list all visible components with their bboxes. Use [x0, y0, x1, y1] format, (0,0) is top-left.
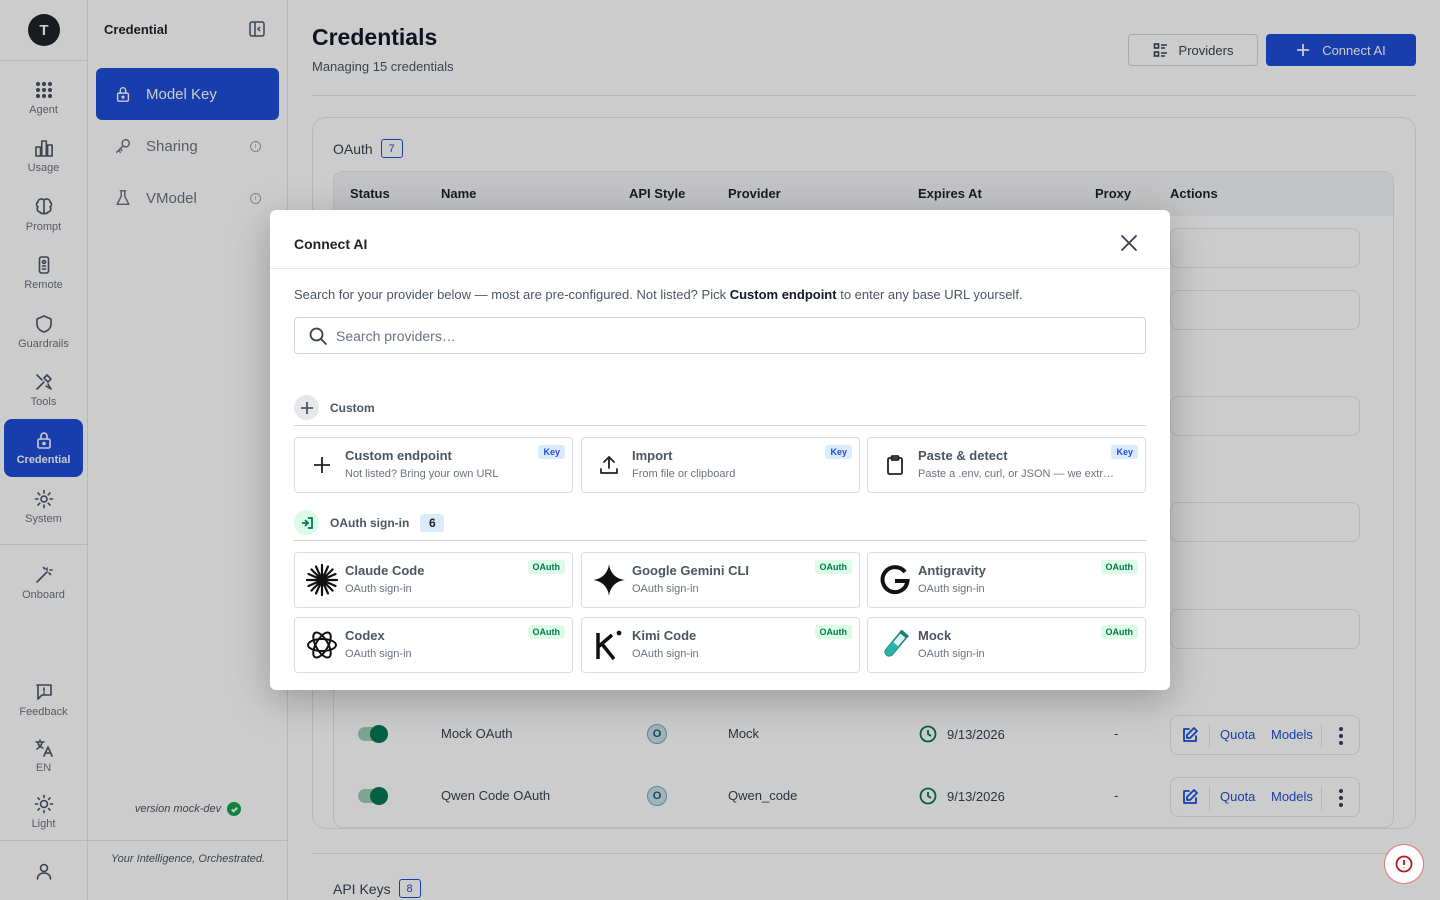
provider-desc: OAuth sign-in [345, 648, 412, 660]
search-icon [308, 326, 328, 346]
desc-bold: Custom endpoint [729, 287, 837, 302]
provider-desc: OAuth sign-in [632, 648, 699, 660]
oauth-badge: OAuth [1100, 625, 1138, 639]
provider-desc: From file or clipboard [632, 468, 736, 480]
provider-name: Import [632, 448, 673, 463]
group-header-oauth: OAuth sign-in 6 [294, 507, 1146, 541]
provider-card-codex[interactable]: Codex OAuth sign-in OAuth [294, 617, 573, 673]
upload-icon [592, 448, 626, 482]
provider-card-custom-endpoint[interactable]: Custom endpoint Not listed? Bring your o… [294, 437, 573, 493]
oauth-badge: OAuth [527, 625, 565, 639]
alert-circle-icon [1395, 855, 1413, 873]
dialog-header: Connect AI [270, 210, 1170, 269]
key-badge: Key [1111, 445, 1138, 459]
provider-card-claude-code[interactable]: Claude Code OAuth sign-in OAuth [294, 552, 573, 608]
group-header-custom: Custom [294, 392, 1146, 426]
clipboard-icon [878, 448, 912, 482]
plus-icon [294, 395, 319, 420]
provider-desc: OAuth sign-in [918, 583, 985, 595]
provider-card-import[interactable]: Import From file or clipboard Key [581, 437, 860, 493]
provider-card-mock[interactable]: Mock OAuth sign-in OAuth [867, 617, 1146, 673]
group-label: OAuth sign-in [330, 515, 410, 530]
gemini-logo-icon [592, 563, 626, 597]
provider-desc: Not listed? Bring your own URL [345, 468, 499, 480]
provider-name: Paste & detect [918, 448, 1008, 463]
provider-desc: Paste a .env, curl, or JSON — we extract… [918, 468, 1118, 480]
dialog-description: Search for your provider below — most ar… [294, 287, 1023, 302]
kimi-logo-icon [592, 628, 626, 662]
provider-card-kimi-code[interactable]: Kimi Code OAuth sign-in OAuth [581, 617, 860, 673]
provider-desc: OAuth sign-in [918, 648, 985, 660]
provider-name: Kimi Code [632, 628, 697, 643]
provider-name: Custom endpoint [345, 448, 452, 463]
claude-logo-icon [305, 563, 339, 597]
oauth-badge: OAuth [527, 560, 565, 574]
provider-card-gemini-cli[interactable]: Google Gemini CLI OAuth sign-in OAuth [581, 552, 860, 608]
oauth-badge: OAuth [814, 560, 852, 574]
provider-name: Mock [918, 628, 952, 643]
provider-card-paste-detect[interactable]: Paste & detect Paste a .env, curl, or JS… [867, 437, 1146, 493]
oauth-badge: OAuth [1100, 560, 1138, 574]
desc-suffix: to enter any base URL yourself. [836, 287, 1023, 302]
provider-desc: OAuth sign-in [345, 583, 412, 595]
key-badge: Key [825, 445, 852, 459]
provider-name: Claude Code [345, 563, 425, 578]
provider-name: Antigravity [918, 563, 986, 578]
connect-ai-dialog: Connect AI Search for your provider belo… [270, 210, 1170, 690]
close-button[interactable] [1118, 232, 1140, 254]
sign-in-icon [294, 510, 319, 535]
provider-desc: OAuth sign-in [632, 583, 699, 595]
help-button[interactable] [1384, 844, 1424, 884]
close-icon [1121, 235, 1137, 251]
count-badge: 6 [420, 513, 445, 532]
plus-icon [305, 448, 339, 482]
dialog-title: Connect AI [294, 236, 368, 252]
group-label: Custom [330, 400, 375, 415]
oauth-badge: OAuth [814, 625, 852, 639]
desc-prefix: Search for your provider below — most ar… [294, 287, 730, 302]
openai-logo-icon [305, 628, 339, 662]
test-tube-icon [878, 628, 912, 662]
provider-card-antigravity[interactable]: Antigravity OAuth sign-in OAuth [867, 552, 1146, 608]
search-input[interactable] [336, 318, 1126, 353]
provider-name: Codex [345, 628, 385, 643]
key-badge: Key [538, 445, 565, 459]
provider-name: Google Gemini CLI [632, 563, 750, 578]
google-g-icon [878, 563, 912, 597]
provider-search [294, 317, 1146, 354]
